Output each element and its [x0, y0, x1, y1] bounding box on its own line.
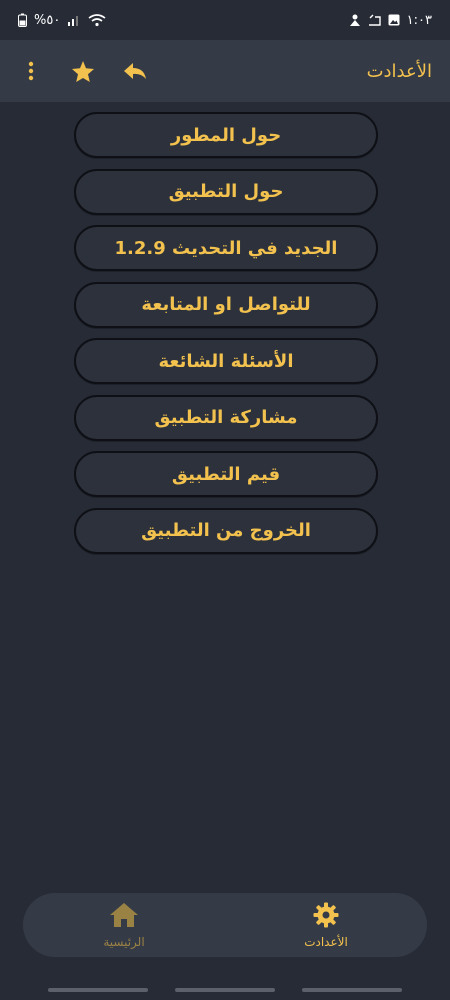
gear-icon [313, 902, 339, 932]
star-icon[interactable] [70, 58, 96, 84]
cast-icon [368, 14, 381, 26]
status-left-group: %٥٠ [18, 13, 106, 28]
image-icon [388, 14, 400, 26]
battery-percent: %٥٠ [34, 12, 61, 28]
menu-item-share-app[interactable]: مشاركة التطبيق [74, 394, 378, 441]
app-bar-actions [18, 58, 148, 84]
status-bar: %٥٠ ١:٠٣ [0, 0, 450, 40]
gesture-bar-center [175, 988, 275, 992]
app-bar: الأعدادت [0, 40, 450, 102]
gesture-bar-right [302, 988, 402, 992]
nav-item-settings[interactable]: الأعدادت [266, 902, 386, 949]
menu-item-contact-follow[interactable]: للتواصل او المتابعة [74, 281, 378, 328]
menu-item-faq[interactable]: الأسئلة الشائعة [74, 338, 378, 384]
nav-label-settings: الأعدادت [304, 934, 348, 949]
status-time: ١:٠٣ [406, 12, 432, 28]
signal-icon [67, 14, 81, 26]
menu-item-about-app[interactable]: حول التطبيق [74, 168, 378, 215]
notification-icon [349, 14, 361, 27]
gesture-bar-left [48, 988, 148, 992]
menu-item-rate-app[interactable]: قيم التطبيق [74, 451, 378, 497]
status-right-group: ١:٠٣ [349, 13, 432, 28]
battery-icon [18, 13, 27, 27]
menu-item-exit-app[interactable]: الخروج من التطبيق [74, 507, 378, 554]
reply-icon[interactable] [122, 58, 148, 84]
more-vert-icon[interactable] [18, 58, 44, 84]
menu-item-whats-new[interactable]: الجديد في التحديث 1.2.9 [74, 225, 378, 271]
bottom-nav: الرئيسية الأعدادت [23, 893, 427, 957]
menu-item-about-developer[interactable]: حول المطور [74, 112, 378, 158]
wifi-icon [88, 13, 106, 27]
nav-item-home[interactable]: الرئيسية [64, 902, 184, 949]
nav-label-home: الرئيسية [103, 934, 145, 949]
settings-menu: حول المطور حول التطبيق الجديد في التحديث… [74, 112, 378, 554]
home-icon [109, 902, 139, 932]
page-title: الأعدادت [366, 60, 432, 82]
